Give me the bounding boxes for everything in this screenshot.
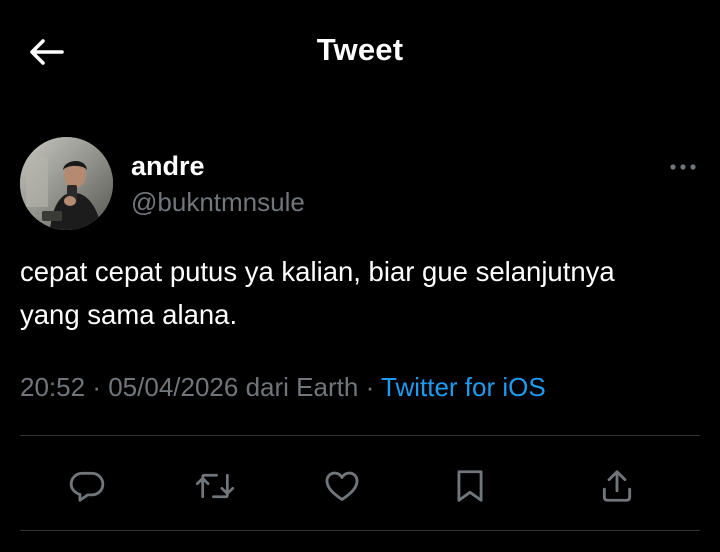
tweet-text: cepat cepat putus ya kalian, biar gue se… [20,250,705,336]
tweet-time[interactable]: 20:52 [20,372,85,402]
tweet-date[interactable]: 05/04/2026 [108,372,238,402]
tweet-source-link[interactable]: Twitter for iOS [381,372,546,402]
tweet-author: andre @bukntmnsule [20,137,700,231]
reply-button[interactable] [63,462,111,510]
like-button[interactable] [318,462,366,510]
author-name[interactable]: andre [131,151,205,182]
reply-icon [68,467,106,505]
header-bar: Tweet [0,0,720,104]
profile-photo [20,137,113,230]
tweet-meta: 20:52 · 05/04/2026 dari Earth · Twitter … [20,372,546,403]
share-button[interactable] [593,462,641,510]
avatar[interactable] [20,137,113,230]
bookmark-icon [451,467,489,505]
separator: · [365,372,375,402]
separator: · [92,372,101,402]
retweet-button[interactable] [191,462,239,510]
retweet-icon [195,467,235,505]
share-icon [598,467,636,505]
divider [20,530,700,531]
bookmark-button[interactable] [446,462,494,510]
more-horizontal-icon [669,163,697,171]
more-options-button[interactable] [666,157,700,177]
tweet-text-line: cepat cepat putus ya kalian, biar gue se… [20,256,615,287]
divider [20,435,700,436]
page-title: Tweet [316,32,404,67]
tweet-text-line: yang sama alana. [20,299,238,330]
action-bar [0,462,720,510]
tweet-location: dari Earth [245,372,359,402]
heart-icon [323,467,361,505]
author-handle[interactable]: @bukntmnsule [131,187,305,218]
